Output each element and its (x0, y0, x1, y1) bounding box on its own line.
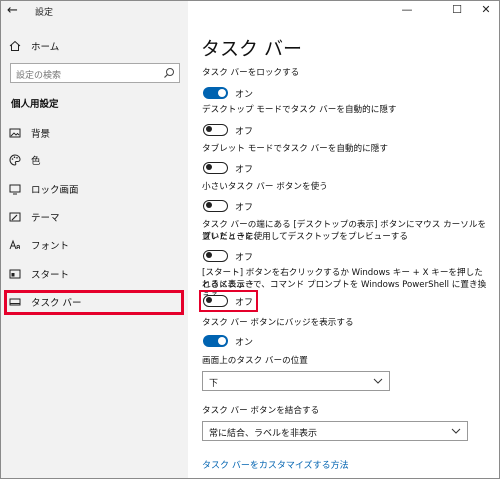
sidebar-item-start[interactable]: スタート (9, 266, 69, 282)
home-label: ホーム (31, 42, 60, 53)
window-title: 設定 (35, 8, 54, 18)
home-icon (9, 40, 21, 51)
main-panel: — ☐ ✕ タスク バー タスク バーをロックする オン デスクトップ モードで… (188, 1, 499, 478)
back-button[interactable]: ← (7, 3, 25, 19)
sidebar-item-label: 背景 (31, 129, 51, 140)
chevron-down-icon (373, 378, 383, 384)
home-nav-item[interactable]: ホーム (9, 38, 59, 54)
lock-taskbar-label: タスク バーをロックする (202, 68, 300, 78)
theme-icon (9, 212, 21, 222)
autohide-tablet-toggle[interactable] (203, 162, 228, 174)
toggle-state: オフ (235, 253, 254, 263)
toggle-state: オフ (235, 203, 254, 213)
close-button[interactable]: ✕ (479, 3, 493, 16)
minimize-button[interactable]: — (400, 3, 414, 16)
combine-value: 常に結合、ラベルを非表示 (209, 429, 318, 439)
search-input[interactable]: 設定の検索 (10, 63, 180, 83)
toggle-state: オン (235, 338, 254, 348)
badges-label: タスク バー ボタンにバッジを表示する (202, 318, 354, 328)
peek-preview-label-line2: プレビューを使用してデスクトップをプレビューする (202, 232, 408, 242)
small-buttons-label: 小さいタスク バー ボタンを使う (202, 182, 328, 192)
position-value: 下 (209, 379, 219, 389)
toggle-state: オン (235, 90, 254, 100)
combine-label: タスク バー ボタンを結合する (202, 406, 320, 416)
sidebar-item-lock-screen[interactable]: ロック画面 (9, 181, 79, 197)
sidebar-item-label: 色 (31, 156, 41, 167)
highlight-box (199, 290, 258, 312)
toggle-state: オフ (235, 165, 254, 175)
autohide-tablet-label: タブレット モードでタスク バーを自動的に隠す (202, 144, 388, 154)
maximize-button[interactable]: ☐ (450, 3, 464, 16)
position-dropdown[interactable]: 下 (202, 371, 390, 391)
palette-icon (9, 154, 21, 166)
sidebar: ← 設定 ホーム 設定の検索 個人用設定 背景 色 ロック画面 テーマ フォント… (1, 1, 188, 478)
selected-highlight (4, 290, 184, 315)
sidebar-item-font[interactable]: フォント (9, 237, 69, 253)
page-title: タスク バー (201, 38, 303, 60)
autohide-desktop-toggle[interactable] (203, 124, 228, 136)
search-icon[interactable] (163, 67, 175, 79)
sidebar-item-background[interactable]: 背景 (9, 125, 50, 141)
autohide-desktop-label: デスクトップ モードでタスク バーを自動的に隠す (202, 105, 397, 115)
sidebar-item-label: スタート (31, 270, 70, 281)
search-placeholder: 設定の検索 (16, 71, 62, 81)
sidebar-item-color[interactable]: 色 (9, 152, 41, 168)
toggle-state: オフ (235, 127, 254, 137)
image-icon (9, 128, 21, 138)
font-icon (9, 239, 20, 250)
customize-taskbar-link[interactable]: タスク バーをカスタマイズする方法 (202, 458, 349, 471)
position-label: 画面上のタスク バーの位置 (202, 356, 308, 366)
combine-dropdown[interactable]: 常に結合、ラベルを非表示 (202, 421, 468, 441)
sidebar-item-label: フォント (31, 241, 70, 252)
sidebar-item-label: テーマ (31, 213, 60, 224)
sidebar-item-theme[interactable]: テーマ (9, 209, 60, 225)
lock-screen-icon (9, 184, 21, 195)
sidebar-item-label: ロック画面 (31, 185, 79, 196)
section-title: 個人用設定 (11, 99, 59, 110)
start-icon (9, 269, 21, 279)
chevron-down-icon (451, 428, 461, 434)
lock-taskbar-toggle[interactable] (203, 87, 228, 99)
badges-toggle[interactable] (203, 335, 228, 347)
peek-preview-toggle[interactable] (203, 250, 228, 262)
small-buttons-toggle[interactable] (203, 200, 228, 212)
